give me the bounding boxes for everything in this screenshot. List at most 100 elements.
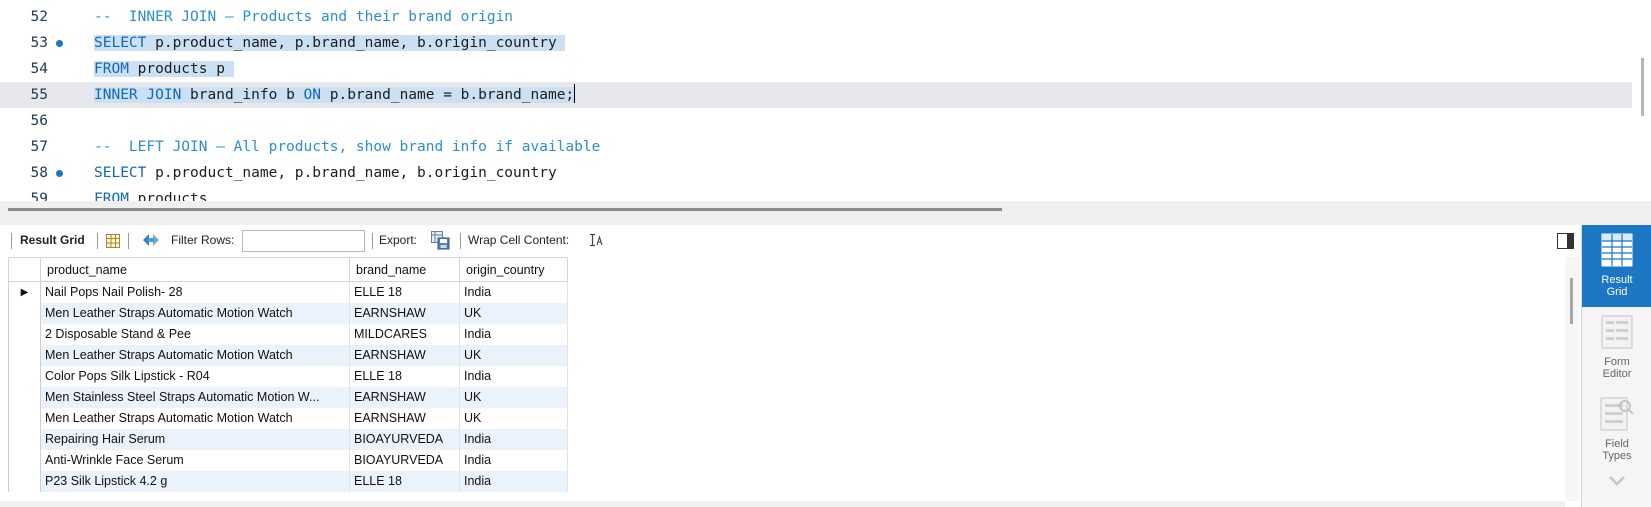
sql-comment: -- INNER JOIN – Products and their brand… <box>94 9 514 25</box>
cell-product-name[interactable]: Anti-Wrinkle Face Serum <box>40 449 350 471</box>
export-icon[interactable] <box>429 230 451 250</box>
form-editor-tab[interactable]: Form Editor <box>1582 307 1651 389</box>
cell-product-name[interactable]: Nail Pops Nail Polish- 28 <box>40 281 350 303</box>
panel-more-button[interactable] <box>1582 475 1651 497</box>
cell-origin-country[interactable]: UK <box>459 407 568 429</box>
cell-brand-name[interactable]: BIOAYURVEDA <box>349 428 460 450</box>
statement-marker-icon <box>56 170 63 177</box>
cell-brand-name[interactable]: EARNSHAW <box>349 344 460 366</box>
cell-origin-country[interactable]: India <box>459 428 568 450</box>
cell-origin-country[interactable]: India <box>459 449 568 471</box>
table-row[interactable]: Men Leather Straps Automatic Motion Watc… <box>8 302 568 324</box>
toolbar-divider <box>11 233 12 249</box>
grid-layout-icon[interactable] <box>104 232 122 249</box>
table-row[interactable]: ▶ Nail Pops Nail Polish- 28 ELLE 18 India <box>8 281 568 303</box>
row-selector[interactable] <box>8 386 41 408</box>
cell-origin-country[interactable]: UK <box>459 302 568 324</box>
cell-product-name[interactable]: Repairing Hair Serum <box>40 428 350 450</box>
code-text: FROM products p <box>94 56 234 82</box>
field-types-tab[interactable]: Field Types <box>1582 389 1651 475</box>
sql-text: p.product_name, p.brand_name, b.origin_c… <box>146 35 566 51</box>
table-row[interactable]: P23 Silk Lipstick 4.2 g ELLE 18 India <box>8 470 568 492</box>
code-line[interactable]: 56 <box>0 108 1640 134</box>
line-number: 56 <box>30 113 48 129</box>
cell-origin-country[interactable]: India <box>459 470 568 492</box>
table-row[interactable]: Repairing Hair Serum BIOAYURVEDA India <box>8 428 568 450</box>
row-selector[interactable] <box>8 407 41 429</box>
editor-horizontal-scrollbar[interactable] <box>0 201 1651 225</box>
line-number: 55 <box>30 87 48 103</box>
grid-vertical-scroll-thumb[interactable] <box>1570 278 1573 324</box>
sql-text: products p <box>128 61 234 77</box>
result-grid-tab-label-1: Result <box>1601 274 1633 286</box>
column-header-brand-name[interactable]: brand_name <box>349 257 460 282</box>
cell-brand-name[interactable]: BIOAYURVEDA <box>349 449 460 471</box>
table-row[interactable]: 2 Disposable Stand & Pee MILDCARES India <box>8 323 568 345</box>
cell-origin-country[interactable]: UK <box>459 344 568 366</box>
code-text: -- LEFT JOIN – All products, show brand … <box>94 134 600 160</box>
row-selector[interactable] <box>8 428 41 450</box>
filter-rows-input[interactable] <box>242 230 365 252</box>
table-row[interactable]: Men Leather Straps Automatic Motion Watc… <box>8 344 568 366</box>
cell-origin-country[interactable]: India <box>459 323 568 345</box>
sql-editor[interactable]: 52 -- INNER JOIN – Products and their bra… <box>0 0 1651 201</box>
cell-product-name[interactable]: Men Leather Straps Automatic Motion Watc… <box>40 344 350 366</box>
grid-horizontal-scrollbar[interactable] <box>0 501 1565 507</box>
code-line[interactable]: 57 -- LEFT JOIN – All products, show bran… <box>0 134 1640 160</box>
result-grid[interactable]: product_name brand_name origin_country ▶… <box>8 257 1568 507</box>
table-row[interactable]: Men Stainless Steel Straps Automatic Mot… <box>8 386 568 408</box>
editor-horizontal-scroll-thumb[interactable] <box>8 208 1002 211</box>
result-grid-tab[interactable]: Result Grid <box>1582 225 1651 307</box>
cell-origin-country[interactable]: India <box>459 365 568 387</box>
form-editor-tab-label-1: Form <box>1604 356 1630 368</box>
sql-text: p.brand_name = b.brand_name; <box>321 87 575 103</box>
table-row[interactable]: Anti-Wrinkle Face Serum BIOAYURVEDA India <box>8 449 568 471</box>
cell-brand-name[interactable]: ELLE 18 <box>349 281 460 303</box>
toggle-panel-icon[interactable] <box>1556 232 1574 249</box>
code-line[interactable]: 59 FROM products <box>0 186 1640 201</box>
wrap-text-icon[interactable] <box>588 232 604 248</box>
row-selector[interactable] <box>8 302 41 324</box>
table-row[interactable]: Men Leather Straps Automatic Motion Watc… <box>8 407 568 429</box>
row-selector[interactable]: ▶ <box>8 281 41 303</box>
cell-product-name[interactable]: Color Pops Silk Lipstick - R04 <box>40 365 350 387</box>
result-grid-label[interactable]: Result Grid <box>20 232 85 248</box>
row-selector[interactable] <box>8 449 41 471</box>
cell-product-name[interactable]: 2 Disposable Stand & Pee <box>40 323 350 345</box>
row-selector[interactable] <box>8 470 41 492</box>
cell-product-name[interactable]: Men Leather Straps Automatic Motion Watc… <box>40 302 350 324</box>
result-table: product_name brand_name origin_country ▶… <box>8 257 568 492</box>
code-line[interactable]: 55 INNER JOIN brand_info b ON p.brand_nam… <box>0 82 1632 108</box>
field-types-tab-label-1: Field <box>1605 438 1629 450</box>
table-row[interactable]: Color Pops Silk Lipstick - R04 ELLE 18 Ind… <box>8 365 568 387</box>
sql-text: products <box>128 191 208 201</box>
code-line[interactable]: 54 FROM products p <box>0 56 1640 82</box>
code-line[interactable]: 52 -- INNER JOIN – Products and their bra… <box>0 4 1640 30</box>
cell-origin-country[interactable]: India <box>459 281 568 303</box>
field-types-icon <box>1582 389 1651 434</box>
row-selector[interactable] <box>8 323 41 345</box>
row-selector[interactable] <box>8 344 41 366</box>
cell-brand-name[interactable]: ELLE 18 <box>349 470 460 492</box>
sql-keyword: FROM <box>94 191 129 201</box>
cell-brand-name[interactable]: EARNSHAW <box>349 302 460 324</box>
cell-product-name[interactable]: Men Leather Straps Automatic Motion Watc… <box>40 407 350 429</box>
line-number: 52 <box>30 9 48 25</box>
cell-brand-name[interactable]: EARNSHAW <box>349 386 460 408</box>
sql-keyword: INNER JOIN <box>94 87 182 103</box>
code-line[interactable]: 53 SELECT p.product_name, p.brand_name, b… <box>0 30 1640 56</box>
cell-brand-name[interactable]: EARNSHAW <box>349 407 460 429</box>
code-line[interactable]: 58 SELECT p.product_name, p.brand_name, b… <box>0 160 1640 186</box>
editor-vertical-scrollbar[interactable] <box>1641 58 1644 116</box>
column-header-product-name[interactable]: product_name <box>40 257 350 282</box>
cell-brand-name[interactable]: MILDCARES <box>349 323 460 345</box>
refresh-icon[interactable] <box>140 231 162 249</box>
cell-product-name[interactable]: P23 Silk Lipstick 4.2 g <box>40 470 350 492</box>
cell-brand-name[interactable]: ELLE 18 <box>349 365 460 387</box>
cell-origin-country[interactable]: UK <box>459 386 568 408</box>
row-selector[interactable] <box>8 365 41 387</box>
line-number: 57 <box>30 139 48 155</box>
column-header-origin-country[interactable]: origin_country <box>459 257 568 282</box>
cell-product-name[interactable]: Men Stainless Steel Straps Automatic Mot… <box>40 386 350 408</box>
chevron-down-icon <box>1608 476 1626 490</box>
